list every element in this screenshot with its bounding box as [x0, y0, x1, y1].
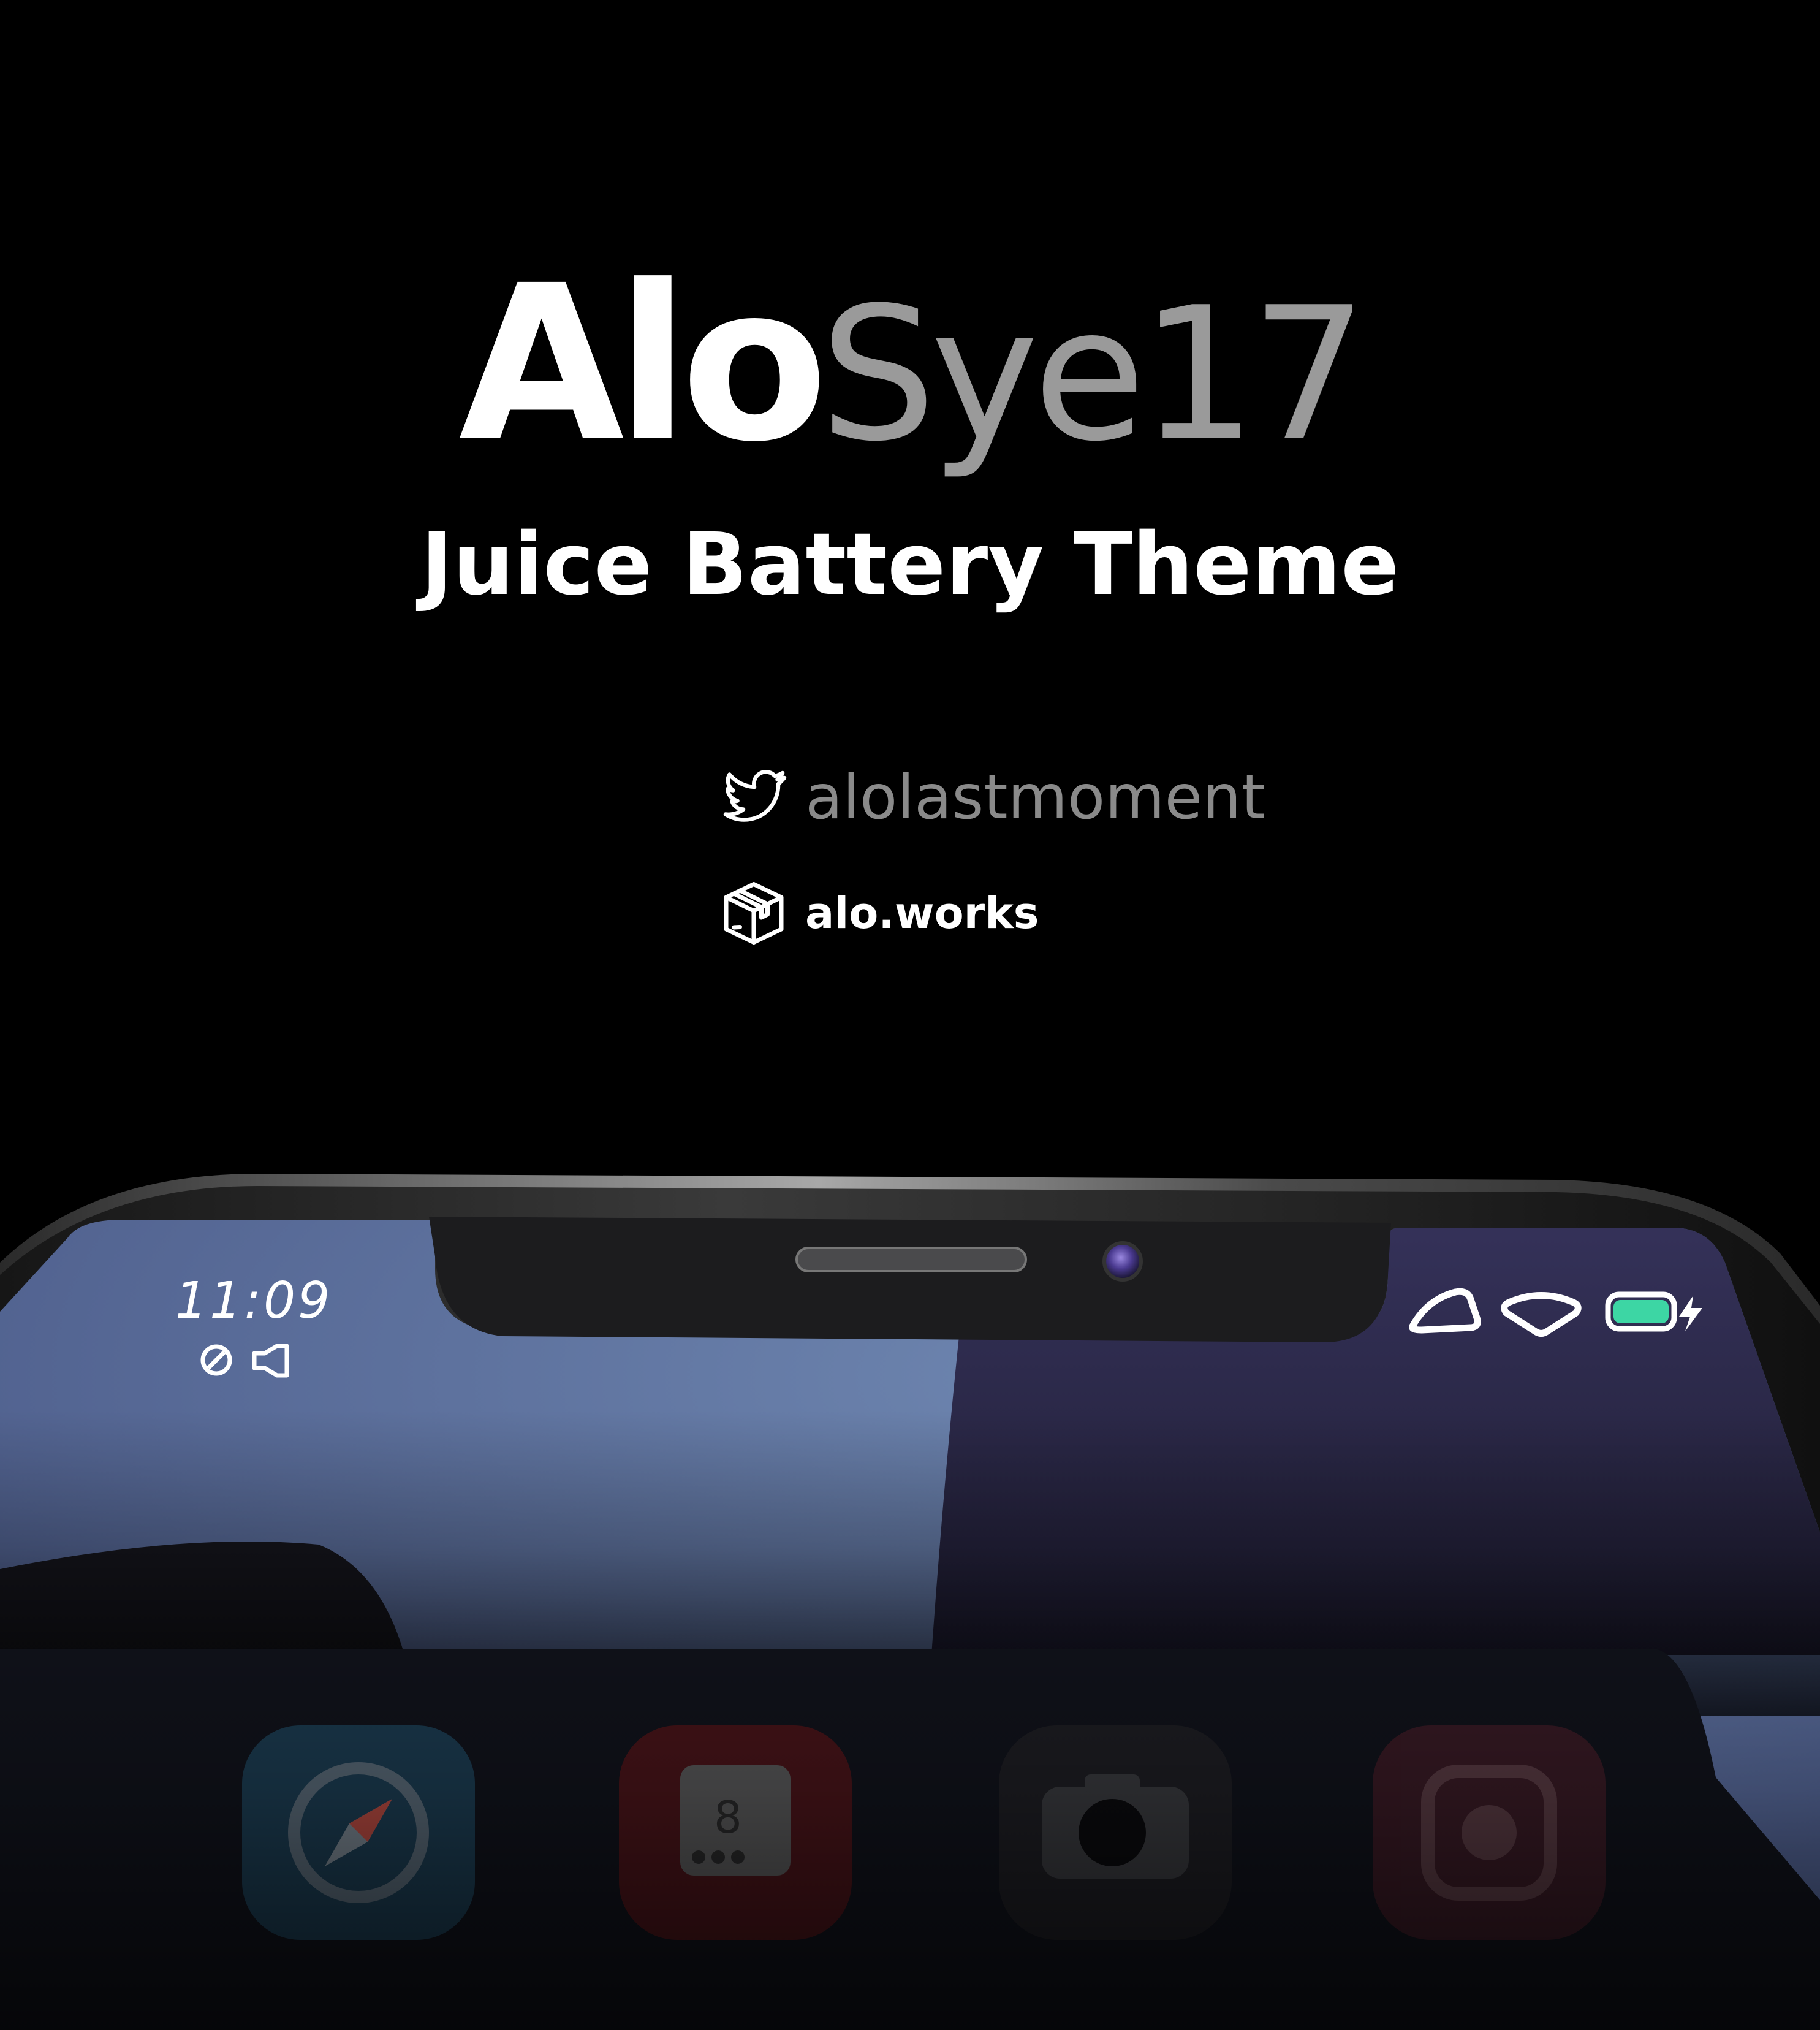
earpiece-speaker — [795, 1247, 1027, 1272]
front-camera — [1102, 1241, 1143, 1282]
bottom-fade-overlay — [0, 1594, 1820, 2030]
notch — [429, 1217, 1391, 1342]
phone-mockup: 8 — [0, 1174, 1820, 2030]
status-time: 11:09 — [175, 1272, 333, 1330]
